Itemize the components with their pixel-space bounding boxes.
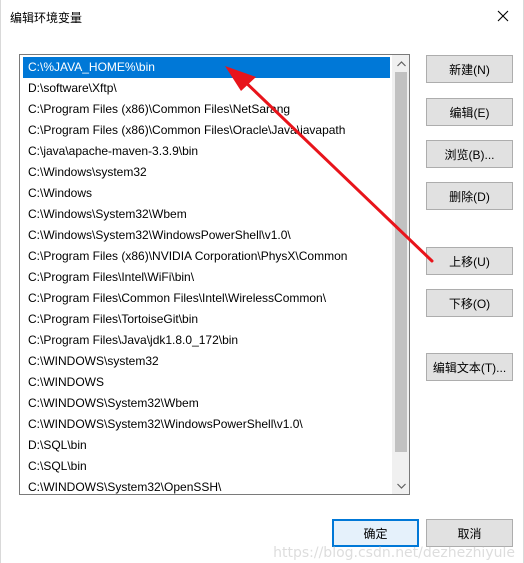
move-down-button[interactable]: 下移(O) [426,289,513,317]
path-list-item[interactable]: D:\SQL\bin [23,435,390,456]
path-list-item[interactable]: C:\SQL\bin [23,456,390,477]
path-list-item[interactable]: C:\Windows [23,183,390,204]
edit-text-button[interactable]: 编辑文本(T)... [426,353,513,381]
title-bar: 编辑环境变量 [1,0,524,32]
close-icon [497,10,509,22]
path-list-item[interactable]: C:\Program Files\Common Files\Intel\Wire… [23,288,390,309]
path-list-item[interactable]: C:\Program Files (x86)\NVIDIA Corporatio… [23,246,390,267]
cancel-button[interactable]: 取消 [426,519,513,547]
path-list-item[interactable]: C:\WINDOWS\System32\WindowsPowerShell\v1… [23,414,390,435]
watermark: https://blog.csdn.net/dezhezhiyule [273,545,515,561]
chevron-up-icon [397,60,406,66]
chevron-down-icon [397,483,406,489]
path-list-item[interactable]: C:\%JAVA_HOME%\bin [23,57,390,78]
delete-button[interactable]: 删除(D) [426,182,513,210]
scrollbar-thumb[interactable] [395,72,407,452]
path-list-item[interactable]: C:\Windows\System32\Wbem [23,204,390,225]
close-button[interactable] [481,0,524,32]
scroll-down-button[interactable] [393,477,409,494]
path-listbox[interactable]: C:\%JAVA_HOME%\bin D:\software\Xftp\ C:\Pr… [19,54,410,495]
path-list-item[interactable]: C:\Windows\system32 [23,162,390,183]
window-title: 编辑环境变量 [10,11,83,25]
browse-button[interactable]: 浏览(B)... [426,140,513,168]
path-list-item[interactable]: C:\WINDOWS\System32\OpenSSH\ [23,477,390,494]
path-list-item[interactable]: C:\Program Files\TortoiseGit\bin [23,309,390,330]
edit-button[interactable]: 编辑(E) [426,98,513,126]
path-list-item[interactable]: D:\software\Xftp\ [23,78,390,99]
move-up-button[interactable]: 上移(U) [426,247,513,275]
path-list: C:\%JAVA_HOME%\bin D:\software\Xftp\ C:\Pr… [23,57,390,494]
path-list-item[interactable]: C:\WINDOWS [23,372,390,393]
path-list-item[interactable]: C:\Windows\System32\WindowsPowerShell\v1… [23,225,390,246]
new-button[interactable]: 新建(N) [426,55,513,83]
path-list-item[interactable]: C:\Program Files (x86)\Common Files\NetS… [23,99,390,120]
path-list-item[interactable]: C:\Program Files\Java\jdk1.8.0_172\bin [23,330,390,351]
ok-button[interactable]: 确定 [332,519,419,547]
path-list-item[interactable]: C:\java\apache-maven-3.3.9\bin [23,141,390,162]
scroll-up-button[interactable] [393,55,409,72]
path-list-item[interactable]: C:\Program Files (x86)\Common Files\Orac… [23,120,390,141]
path-list-item[interactable]: C:\WINDOWS\system32 [23,351,390,372]
edit-env-var-dialog: 编辑环境变量 C:\%JAVA_HOME%\bin D:\software\Xft… [0,0,524,563]
path-list-item[interactable]: C:\WINDOWS\System32\Wbem [23,393,390,414]
path-list-item[interactable]: C:\Program Files\Intel\WiFi\bin\ [23,267,390,288]
vertical-scrollbar[interactable] [392,55,409,494]
